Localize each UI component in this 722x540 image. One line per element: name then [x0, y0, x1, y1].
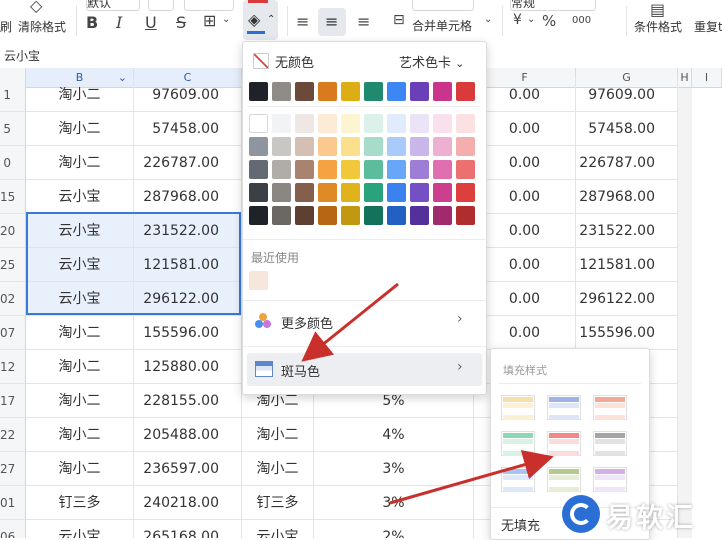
watermark-text: 易软汇 — [606, 503, 696, 534]
watermark: 易软汇 — [560, 488, 722, 538]
watermark-logo-icon — [562, 495, 600, 533]
annotation-arrows — [301, 282, 554, 505]
arrow-to-red-zebra-style — [389, 450, 554, 505]
arrow-to-zebra-item — [301, 282, 399, 362]
